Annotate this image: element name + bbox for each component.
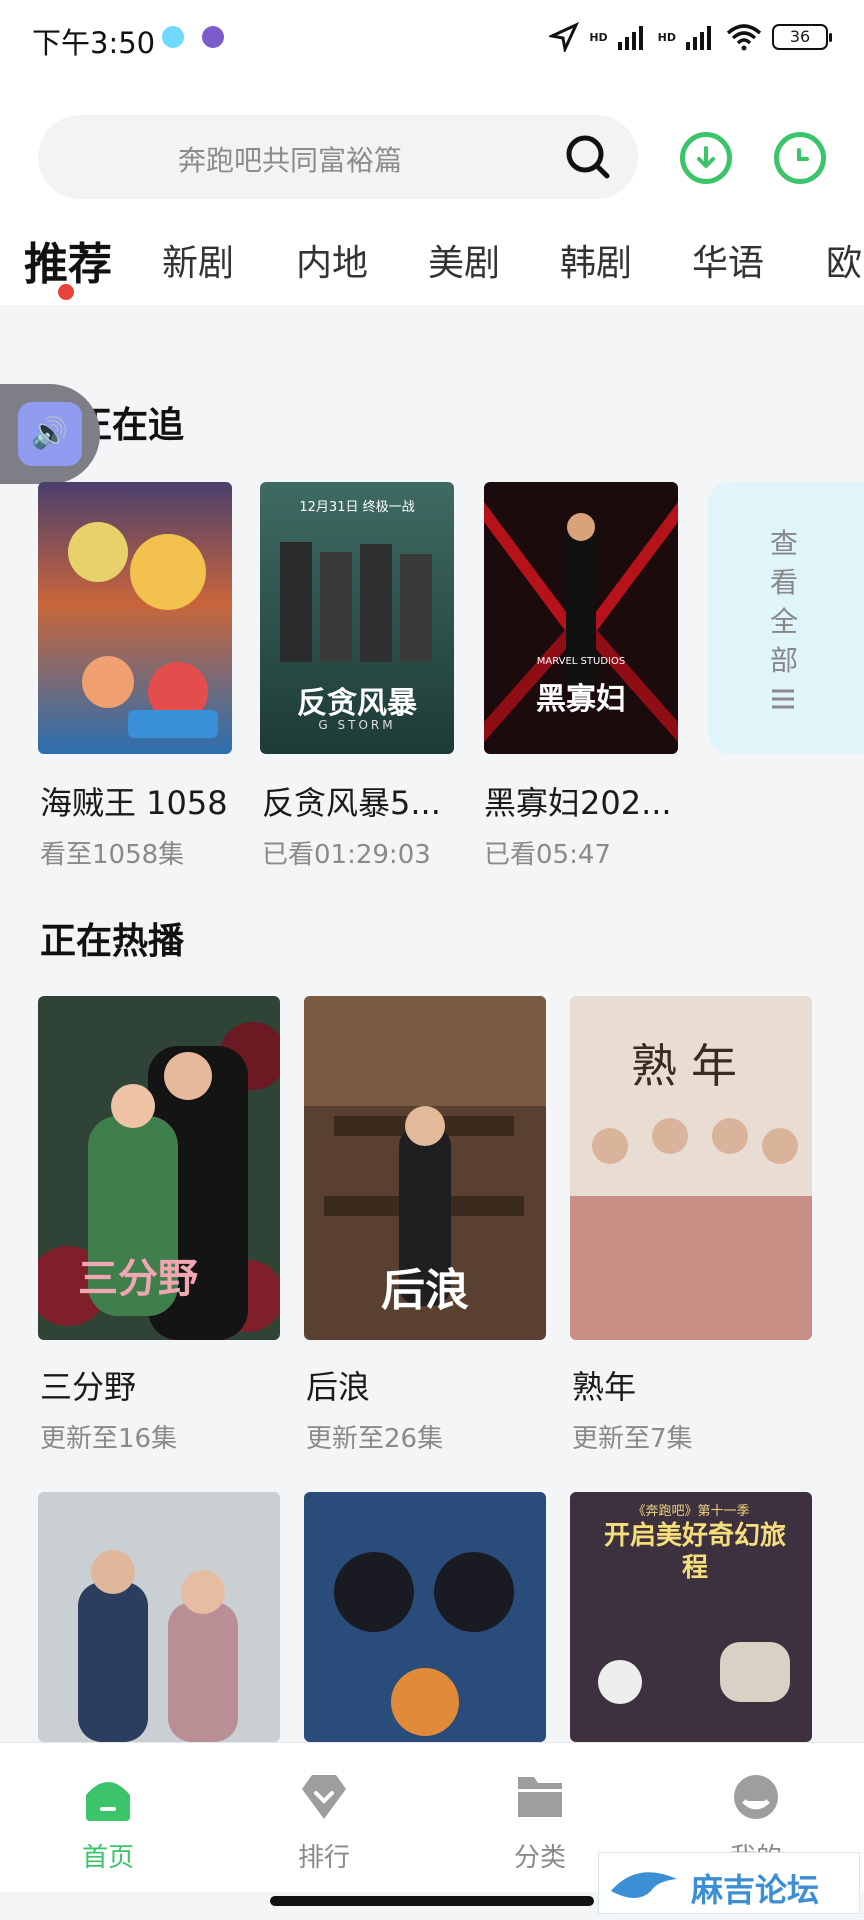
history-button[interactable] xyxy=(774,132,826,184)
poster-row3-1[interactable] xyxy=(38,1492,280,1742)
notification-app-icon xyxy=(202,26,224,48)
view-all-button[interactable]: 查看全部 xyxy=(708,482,864,754)
poster-black-widow[interactable]: MARVEL STUDIOS 黑寡妇 xyxy=(484,482,678,754)
card-title[interactable]: 熟年 xyxy=(572,1362,636,1408)
hd-label-1: HD xyxy=(589,30,608,44)
poster-g-storm-title: 反贪风暴 xyxy=(297,686,417,721)
poster-san-fen-ye[interactable]: 三分野 xyxy=(38,996,280,1340)
card-update-status: 更新至16集 xyxy=(40,1424,178,1454)
poster-hou-lang-title: 后浪 xyxy=(381,1265,469,1316)
poster-shu-nian[interactable]: 熟年 xyxy=(570,996,812,1340)
status-time: 下午3:50 xyxy=(32,26,156,60)
rank-icon xyxy=(302,1775,346,1819)
card-progress: 已看01:29:03 xyxy=(262,840,431,870)
folder-icon xyxy=(518,1777,562,1817)
card-title[interactable]: 反贪风暴5... xyxy=(262,778,462,824)
card-title[interactable]: 海贼王 1058 xyxy=(40,778,240,824)
poster-shu-nian-title: 熟年 xyxy=(631,1039,751,1093)
poster-keep-running[interactable]: 《奔跑吧》第十一季 开启美好奇幻旅程 xyxy=(570,1492,812,1742)
signal-icon-2 xyxy=(686,26,711,50)
hd-label-2: HD xyxy=(657,30,676,44)
search-placeholder: 奔跑吧共同富裕篇 xyxy=(178,144,403,177)
tab-mainland[interactable]: 内地 xyxy=(296,234,368,286)
poster-keep-running-title: 开启美好奇幻旅程 xyxy=(603,1521,786,1583)
status-bar: 下午3:50 HD HD 36 xyxy=(0,0,864,80)
section-title-hot: 正在热播 xyxy=(40,921,185,962)
poster-row3-2[interactable] xyxy=(304,1492,546,1742)
nav-home-label: 首页 xyxy=(81,1843,134,1873)
card-progress: 看至1058集 xyxy=(40,840,185,870)
history-icon xyxy=(797,148,809,161)
card-update-status: 更新至26集 xyxy=(306,1424,444,1454)
dolphin-logo-icon xyxy=(611,1872,677,1898)
poster-hou-lang[interactable]: 后浪 xyxy=(304,996,546,1340)
search-icon[interactable] xyxy=(564,133,612,181)
nav-category-label: 分类 xyxy=(513,1843,566,1873)
card-update-status: 更新至7集 xyxy=(572,1424,693,1454)
watermark-text: 麻吉论坛 xyxy=(691,1871,820,1909)
tab-europe[interactable]: 欧 xyxy=(826,234,862,286)
battery-indicator: 36 xyxy=(772,24,832,50)
watermark-logo: 麻吉论坛 xyxy=(598,1852,860,1914)
card-title[interactable]: 黑寡妇202... xyxy=(484,778,684,824)
location-icon xyxy=(549,22,580,52)
download-button[interactable] xyxy=(680,132,732,184)
poster-keep-running-top: 《奔跑吧》第十一季 xyxy=(632,1504,750,1519)
card-progress: 已看05:47 xyxy=(484,840,611,870)
poster-g-storm-top-text: 12月31日 终极一战 xyxy=(299,500,415,515)
tab-recommend[interactable]: 推荐 xyxy=(24,228,112,292)
nav-home[interactable]: 首页 xyxy=(38,1771,178,1874)
nav-rank-label: 排行 xyxy=(297,1843,350,1873)
nav-category[interactable]: 分类 xyxy=(470,1771,610,1874)
card-title[interactable]: 后浪 xyxy=(306,1362,370,1408)
poster-san-fen-ye-title: 三分野 xyxy=(78,1256,198,1302)
poster-g-storm[interactable]: 12月31日 终极一战 反贪风暴 G STORM xyxy=(260,482,454,754)
speaker-icon: 🔊 xyxy=(18,402,82,466)
profile-icon xyxy=(734,1775,778,1819)
floating-audio-button[interactable]: 🔊 xyxy=(0,384,100,484)
view-all-label: 查看全部 xyxy=(769,527,798,677)
tab-korea[interactable]: 韩剧 xyxy=(560,234,632,286)
nav-rank[interactable]: 排行 xyxy=(254,1771,394,1874)
tab-us[interactable]: 美剧 xyxy=(428,234,500,286)
poster-g-storm-subtitle: G STORM xyxy=(318,718,396,732)
active-tab-indicator xyxy=(58,284,74,300)
download-icon xyxy=(697,146,715,168)
list-icon xyxy=(772,689,794,709)
home-icon xyxy=(86,1782,130,1821)
wifi-icon xyxy=(726,24,762,51)
tab-chinese[interactable]: 华语 xyxy=(692,234,764,286)
poster-black-widow-studio: MARVEL STUDIOS xyxy=(536,656,626,667)
play-app-icon xyxy=(162,26,184,48)
signal-icon-1 xyxy=(617,26,643,50)
poster-one-piece[interactable] xyxy=(38,482,232,754)
poster-black-widow-title: 黑寡妇 xyxy=(536,682,626,717)
card-title[interactable]: 三分野 xyxy=(40,1362,136,1408)
tab-new[interactable]: 新剧 xyxy=(162,234,234,286)
home-indicator[interactable] xyxy=(270,1896,594,1906)
category-tabs: 推荐 新剧 内地 美剧 韩剧 华语 欧 xyxy=(0,220,864,300)
search-bar[interactable]: 奔跑吧共同富裕篇 xyxy=(38,115,638,199)
